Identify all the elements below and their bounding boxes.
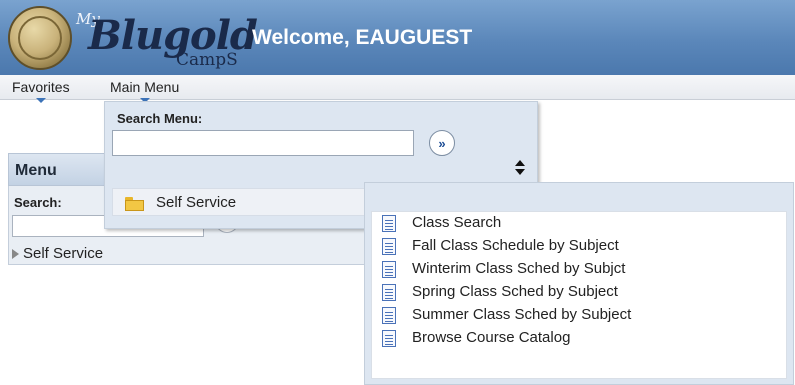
submenu-item-browse-course-catalog[interactable]: Browse Course Catalog bbox=[372, 327, 786, 350]
university-seal-icon bbox=[8, 6, 72, 70]
nav-bar: Favorites Main Menu bbox=[0, 75, 795, 103]
document-icon bbox=[382, 238, 396, 255]
submenu-item-fall-class-schedule[interactable]: Fall Class Schedule by Subject bbox=[372, 235, 786, 258]
submenu-item-class-search[interactable]: Class Search bbox=[372, 212, 786, 235]
double-chevron-right-icon: » bbox=[438, 135, 446, 151]
seal-ring bbox=[18, 16, 62, 60]
submenu-list: Class Search Fall Class Schedule by Subj… bbox=[371, 211, 787, 379]
document-icon bbox=[382, 215, 396, 232]
welcome-message: Welcome, EAUGUEST bbox=[252, 26, 473, 49]
folder-icon bbox=[125, 197, 144, 211]
dropdown-item-self-service[interactable]: Self Service bbox=[112, 188, 368, 216]
submenu-item-label: Class Search bbox=[412, 214, 502, 231]
document-icon bbox=[382, 261, 396, 278]
self-service-submenu: Class Search Fall Class Schedule by Subj… bbox=[364, 182, 794, 385]
submenu-item-label: Winterim Class Sched by Subjct bbox=[412, 260, 626, 277]
sort-arrows-icon[interactable] bbox=[514, 160, 526, 176]
dropdown-item-self-service-label: Self Service bbox=[156, 194, 237, 211]
nav-main-menu[interactable]: Main Menu bbox=[110, 79, 180, 103]
nav-favorites[interactable]: Favorites bbox=[12, 79, 70, 103]
favorites-dropdown-arrow-icon bbox=[35, 98, 46, 103]
search-menu-go-button[interactable]: » bbox=[429, 130, 455, 156]
page-header: My Blugold CampS Welcome, EAUGUEST bbox=[0, 0, 795, 75]
search-menu-label: Search Menu: bbox=[117, 111, 203, 126]
folder-body bbox=[125, 200, 144, 211]
submenu-item-label: Browse Course Catalog bbox=[412, 329, 571, 346]
blugold-camps-logo: My Blugold CampS bbox=[8, 6, 258, 72]
expand-triangle-icon bbox=[12, 249, 19, 260]
submenu-item-summer-class-sched[interactable]: Summer Class Sched by Subject bbox=[372, 304, 786, 327]
document-icon bbox=[382, 330, 396, 347]
logo-camps-text: CampS bbox=[176, 50, 238, 70]
sort-up-arrow bbox=[515, 160, 525, 166]
submenu-item-label: Fall Class Schedule by Subject bbox=[412, 237, 619, 254]
menu-panel-title: Menu bbox=[15, 162, 57, 179]
nav-favorites-label: Favorites bbox=[12, 79, 70, 95]
submenu-item-label: Spring Class Sched by Subject bbox=[412, 283, 618, 300]
submenu-item-spring-class-sched[interactable]: Spring Class Sched by Subject bbox=[372, 281, 786, 304]
sort-down-arrow bbox=[515, 169, 525, 175]
submenu-item-label: Summer Class Sched by Subject bbox=[412, 306, 632, 323]
submenu-item-winterim-class-sched[interactable]: Winterim Class Sched by Subjct bbox=[372, 258, 786, 281]
document-icon bbox=[382, 284, 396, 301]
menu-search-label: Search: bbox=[14, 195, 62, 210]
menu-tree-item-self-service[interactable]: Self Service bbox=[12, 245, 103, 262]
menu-tree-item-label: Self Service bbox=[23, 245, 104, 262]
document-icon bbox=[382, 307, 396, 324]
search-menu-input[interactable] bbox=[112, 130, 414, 156]
nav-main-menu-label: Main Menu bbox=[110, 79, 180, 95]
